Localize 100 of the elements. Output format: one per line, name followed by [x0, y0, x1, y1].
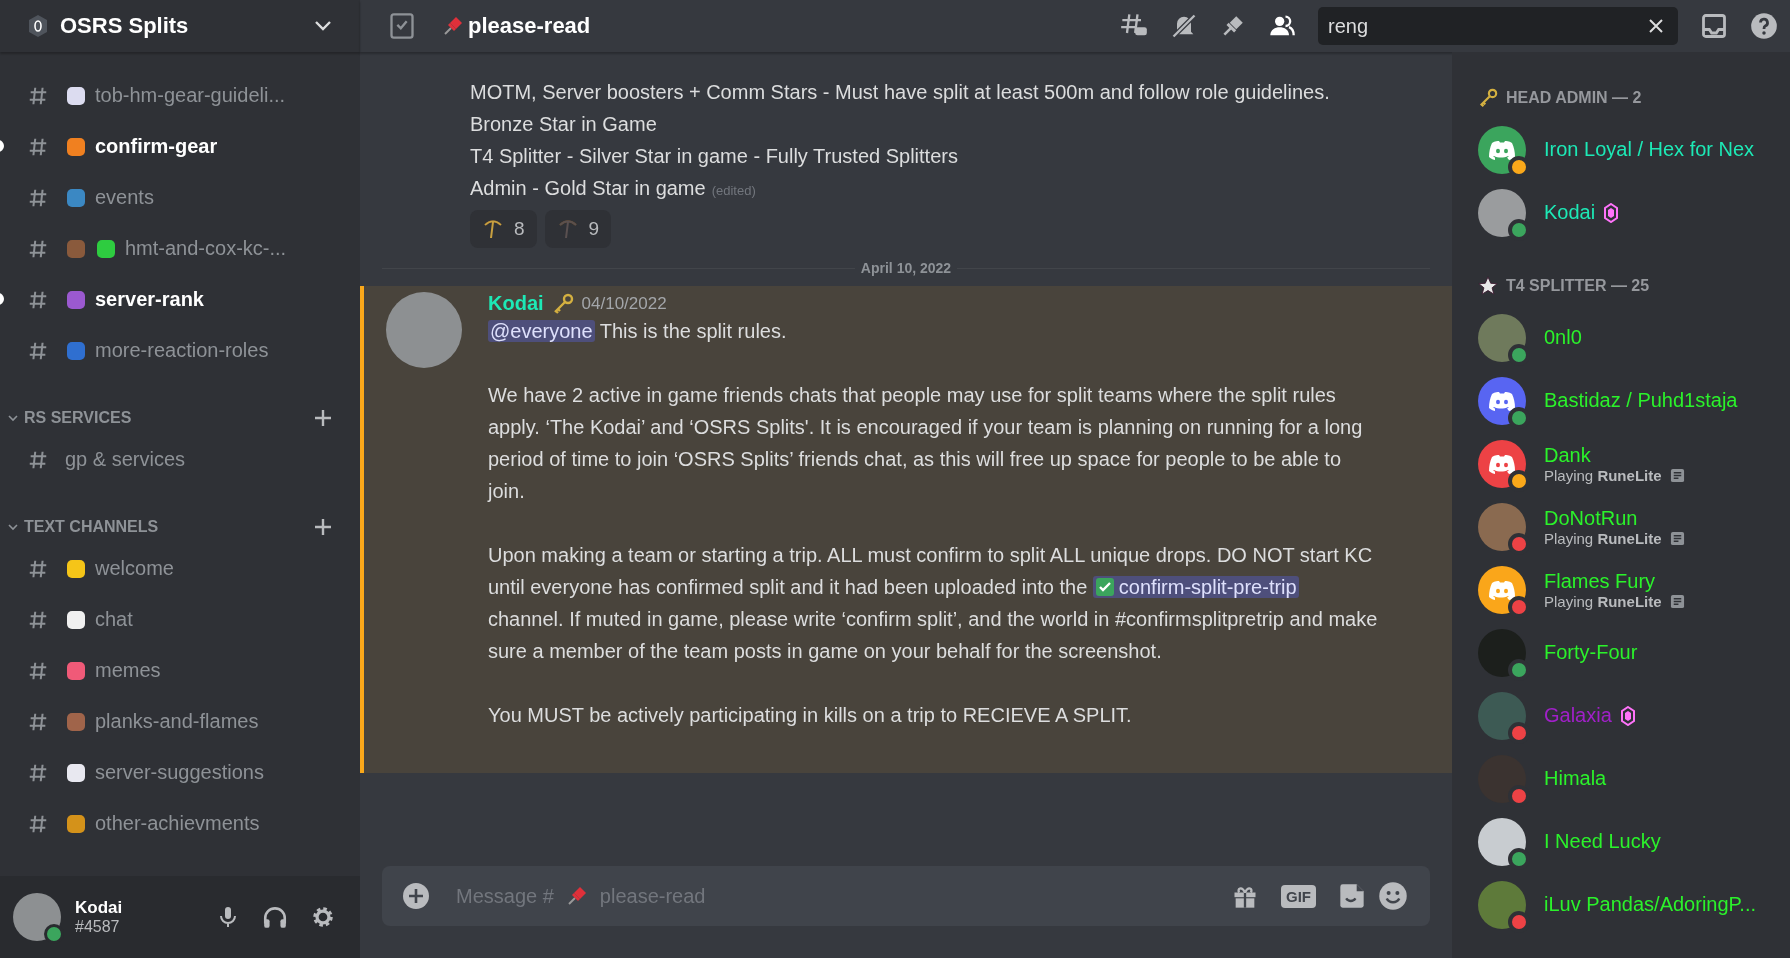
- message-text: @everyone This is the split rules.: [488, 319, 788, 344]
- channel-item[interactable]: server-rank: [0, 274, 360, 325]
- rich-presence-icon: [1669, 467, 1685, 483]
- channel-item[interactable]: chat: [0, 594, 360, 645]
- member-name: Iron Loyal / Hex for Nex: [1544, 138, 1755, 161]
- help-icon[interactable]: [1750, 12, 1778, 40]
- member-name: Bastidaz / Puhd1staja: [1544, 389, 1738, 412]
- logo: [1488, 139, 1516, 160]
- sticker-icon[interactable]: [1338, 882, 1366, 910]
- channel-item[interactable]: more-reaction-roles: [0, 325, 360, 376]
- add-icon[interactable]: [402, 882, 430, 910]
- member-item[interactable]: 0nl0: [1478, 306, 1790, 369]
- gif-button[interactable]: GIF: [1281, 884, 1316, 908]
- headphones-icon[interactable]: [262, 904, 288, 930]
- role-heading: HEAD ADMIN — 2: [1506, 89, 1642, 107]
- logo: [1488, 390, 1516, 411]
- activity-text: Playing RuneLite: [1544, 529, 1662, 547]
- member-name: Dank: [1544, 443, 1591, 467]
- chevron-down-icon[interactable]: [314, 20, 332, 32]
- logo: [1488, 453, 1516, 474]
- channel-item[interactable]: events: [0, 172, 360, 223]
- close-icon[interactable]: [1648, 18, 1664, 34]
- add-channel-icon[interactable]: [314, 518, 332, 536]
- mention-link[interactable]: @everyone: [488, 320, 595, 342]
- pickaxe-icon: [482, 218, 504, 240]
- message-timestamp: 04/10/2022: [581, 293, 667, 314]
- emoji-icon: [65, 84, 87, 107]
- channel-item[interactable]: memes: [0, 645, 360, 696]
- channel-link[interactable]: confirm-split-pre-trip: [1092, 576, 1299, 598]
- activity-text: Playing RuneLite: [1544, 592, 1662, 610]
- message-text: MOTM, Server boosters + Comm Stars - Must have split at least 500m and follow role guidelines. Bronze Star in Game: [470, 80, 1331, 137]
- inbox-icon[interactable]: [1700, 12, 1728, 40]
- chevron-icon[interactable]: [8, 522, 18, 532]
- member-item[interactable]: Dank Playing RuneLite: [1478, 432, 1790, 495]
- emoji-icon: [65, 659, 87, 682]
- checklist-icon: [388, 12, 416, 40]
- category-label[interactable]: RS SERVICES: [24, 409, 308, 427]
- member-name: Forty-Four: [1544, 641, 1638, 664]
- emoji-icon: [65, 557, 87, 580]
- member-name: Flames Fury: [1544, 569, 1656, 593]
- emoji-icon: [65, 710, 87, 733]
- channel-title: please-read: [468, 13, 591, 39]
- chevron-icon[interactable]: [8, 413, 18, 423]
- member-name: I Need Lucky: [1544, 830, 1661, 853]
- message-author[interactable]: Kodai: [488, 292, 544, 315]
- emoji-icon: [65, 288, 87, 311]
- channel-item[interactable]: hmt-and-cox-kc-...: [0, 223, 360, 274]
- channel-item[interactable]: confirm-gear: [0, 121, 360, 172]
- message-text: Admin - Gold Star in game: [470, 177, 706, 199]
- emoji-icon: [65, 339, 87, 362]
- rich-presence-icon: [1669, 530, 1685, 546]
- checkmark-icon: [1094, 577, 1115, 597]
- member-item[interactable]: Iron Loyal / Hex for Nex: [1478, 118, 1790, 181]
- message-text: We have 2 active in game friends chats that people may use for split teams where the split rules apply. ‘The Kodai’ and ‘OSRS Splits'. It is encouraged if your team is planning on running for a long period of time to join ‘OSRS Splits’ friends chat, as this will free up space for people to be able to join.: [488, 383, 1364, 504]
- reaction-button[interactable]: 9: [544, 210, 612, 248]
- emoji-icon: [65, 812, 87, 835]
- server-icon: [26, 14, 50, 38]
- emoji-icon: [65, 135, 87, 158]
- channel-item[interactable]: welcome: [0, 543, 360, 594]
- user-avatar[interactable]: [13, 893, 61, 941]
- user-tag: #4587: [75, 918, 194, 936]
- settings-icon[interactable]: [310, 904, 336, 930]
- member-item[interactable]: DoNotRun Playing RuneLite: [1478, 495, 1790, 558]
- muted-bell-icon[interactable]: [1170, 12, 1198, 40]
- username: Kodai: [75, 898, 124, 918]
- channel-item[interactable]: gp & services: [0, 434, 360, 485]
- add-channel-icon[interactable]: [314, 409, 332, 427]
- member-name: Galaxia: [1544, 704, 1612, 727]
- emoji-icon: [65, 761, 87, 784]
- key-icon: [1478, 88, 1498, 108]
- reaction-button[interactable]: 8: [470, 210, 537, 248]
- logo: [1488, 579, 1516, 600]
- message-text: You MUST be actively participating in kills on a trip to RECIEVE A SPLIT.: [488, 703, 1133, 728]
- message-text: T4 Splitter - Silver Star in game - Fully Trusted Splitters: [470, 144, 959, 169]
- member-name: 0nl0: [1544, 326, 1582, 349]
- member-item[interactable]: Forty-Four: [1478, 621, 1790, 684]
- server-header[interactable]: OSRS Splits: [0, 0, 360, 52]
- member-item[interactable]: iLuv Pandas/AdoringP...: [1478, 873, 1790, 936]
- member-item[interactable]: Kodai: [1478, 181, 1790, 244]
- member-item[interactable]: Bastidaz / Puhd1staja: [1478, 369, 1790, 432]
- edited-label: (edited): [711, 183, 756, 198]
- activity-text: Playing RuneLite: [1544, 466, 1662, 484]
- member-item[interactable]: I Need Lucky: [1478, 810, 1790, 873]
- channel-item[interactable]: planks-and-flames: [0, 696, 360, 747]
- channel-item[interactable]: tob-hm-gear-guideli...: [0, 70, 360, 121]
- rich-presence-icon: [1669, 593, 1685, 609]
- member-item[interactable]: Flames Fury Playing RuneLite: [1478, 558, 1790, 621]
- emoji-icon: [65, 237, 87, 260]
- pushpin-icon: [442, 15, 464, 37]
- role-heading: T4 SPLITTER — 25: [1506, 277, 1650, 295]
- server-name: OSRS Splits: [60, 13, 190, 39]
- member-item[interactable]: Himala: [1478, 747, 1790, 810]
- member-name: DoNotRun: [1544, 506, 1638, 530]
- category-label[interactable]: TEXT CHANNELS: [24, 518, 308, 536]
- search-field[interactable]: reng: [1318, 7, 1678, 45]
- channel-item[interactable]: server-suggestions: [0, 747, 360, 798]
- emoji-icon: [95, 237, 117, 260]
- channel-item[interactable]: other-achievments: [0, 798, 360, 849]
- emoji-icon: [65, 186, 87, 209]
- emoji-face-icon[interactable]: [1378, 881, 1408, 911]
